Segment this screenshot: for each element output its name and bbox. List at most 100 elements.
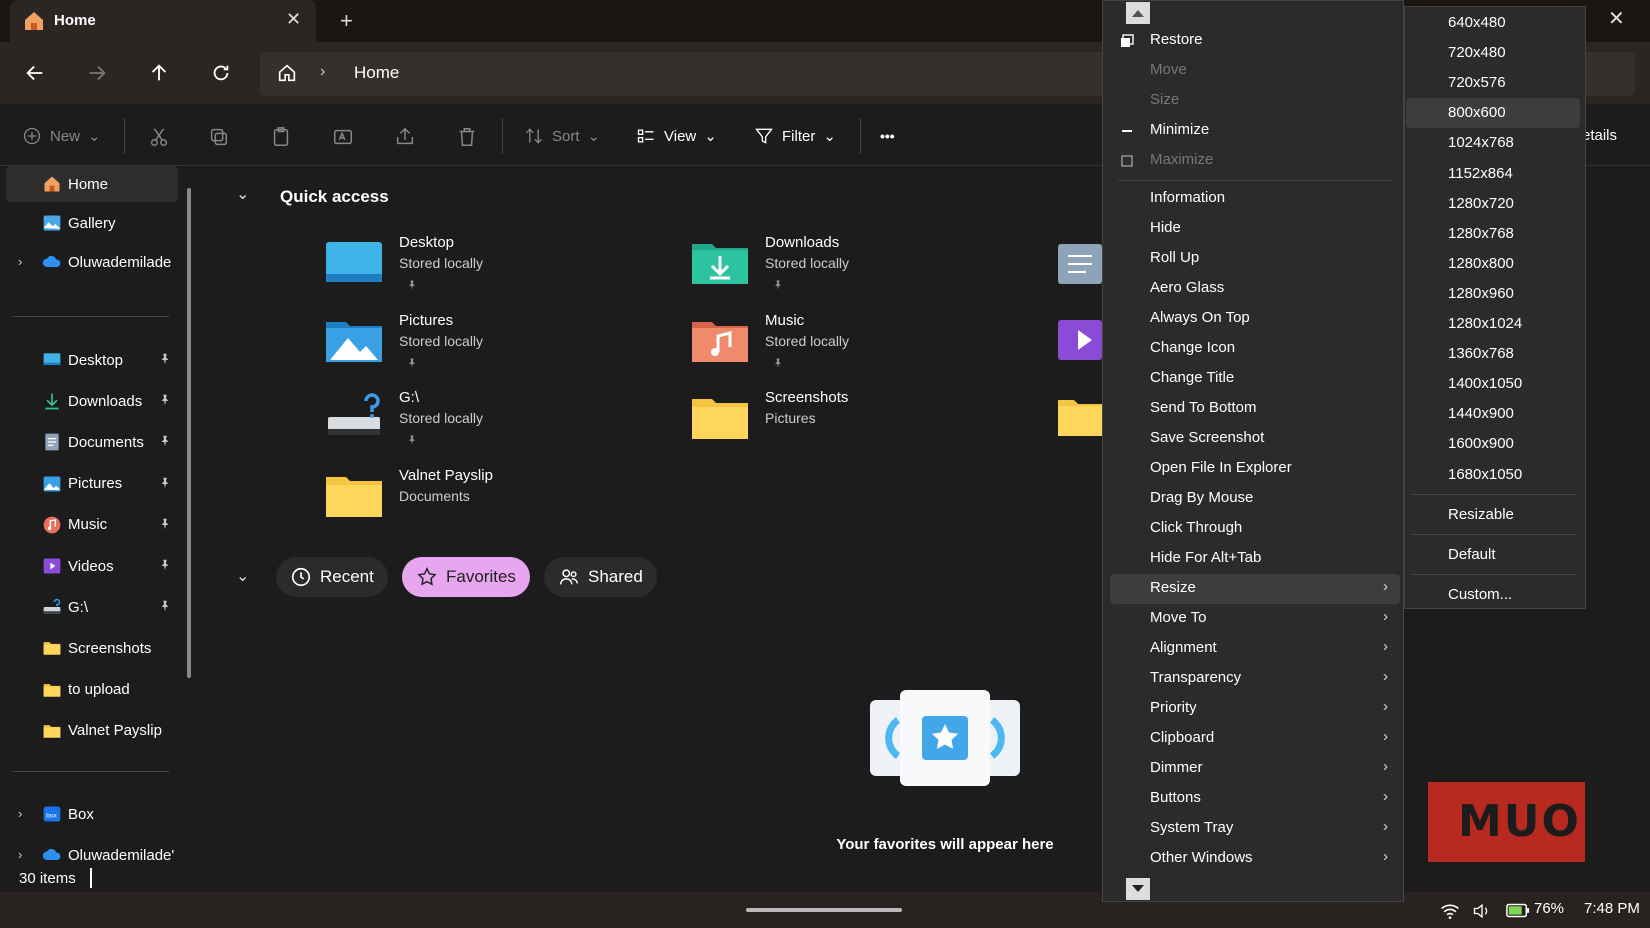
resize-option-1400x1050[interactable]: 1400x1050 — [1406, 369, 1580, 399]
refresh-button[interactable] — [206, 58, 236, 88]
menu-item-minimize[interactable]: Minimize — [1110, 116, 1400, 146]
quick-access-item[interactable]: Downloads Stored locally — [692, 230, 1032, 302]
menu-item-click-through[interactable]: Click Through — [1110, 514, 1400, 544]
quick-access-item[interactable]: Screenshots Pictures — [692, 385, 1032, 457]
sidebar-item-box[interactable]: › box Box — [6, 796, 178, 832]
sidebar-item-home[interactable]: Home — [6, 166, 178, 202]
menu-item-buttons[interactable]: Buttons › — [1110, 784, 1400, 814]
resize-option-1280x960[interactable]: 1280x960 — [1406, 279, 1580, 309]
resize-option-1600x900[interactable]: 1600x900 — [1406, 429, 1580, 459]
menu-item-transparency[interactable]: Transparency › — [1110, 664, 1400, 694]
sidebar-item-desktop[interactable]: Desktop — [6, 342, 178, 378]
more-options-button[interactable]: ••• — [880, 124, 895, 148]
sidebar-item-g-[interactable]: G:\ — [6, 589, 178, 625]
sidebar-item-pictures[interactable]: Pictures — [6, 466, 178, 502]
resize-option-1360x768[interactable]: 1360x768 — [1406, 339, 1580, 369]
menu-item-alignment[interactable]: Alignment › — [1110, 634, 1400, 664]
resize-option-default[interactable]: Default — [1406, 540, 1580, 570]
sidebar-scrollbar[interactable] — [187, 188, 191, 678]
menu-scroll-up-button[interactable] — [1126, 2, 1150, 24]
menu-item-change-icon[interactable]: Change Icon — [1110, 334, 1400, 364]
resize-option-800x600[interactable]: 800x600 — [1406, 98, 1580, 129]
copy-icon[interactable] — [208, 126, 230, 148]
forward-button[interactable] — [82, 58, 112, 88]
up-button[interactable] — [144, 58, 174, 88]
quick-access-item[interactable]: Valnet Payslip Documents — [326, 463, 666, 535]
filter-button[interactable]: Filter ⌄ — [754, 124, 836, 148]
menu-item-move-to[interactable]: Move To › — [1110, 604, 1400, 634]
resize-option-resizable[interactable]: Resizable — [1406, 500, 1580, 530]
resize-option-1280x800[interactable]: 1280x800 — [1406, 249, 1580, 279]
menu-item-hide[interactable]: Hide — [1110, 214, 1400, 244]
menu-item-aero-glass[interactable]: Aero Glass — [1110, 274, 1400, 304]
resize-option-640x480[interactable]: 640x480 — [1406, 8, 1580, 38]
resize-option-1152x864[interactable]: 1152x864 — [1406, 159, 1580, 189]
menu-item-restore[interactable]: Restore — [1110, 26, 1400, 56]
menu-item-information[interactable]: Information — [1110, 184, 1400, 214]
view-button[interactable]: View ⌄ — [636, 124, 717, 148]
delete-icon[interactable] — [456, 126, 478, 148]
sidebar-item-oluwademilade-[interactable]: › Oluwademilade' — [6, 837, 178, 873]
menu-item-priority[interactable]: Priority › — [1110, 694, 1400, 724]
back-button[interactable] — [20, 58, 50, 88]
rename-icon[interactable] — [332, 126, 354, 148]
menu-scroll-down-button[interactable] — [1126, 878, 1150, 900]
clock-time[interactable]: 7:48 PM — [1584, 900, 1640, 917]
volume-icon[interactable] — [1472, 902, 1492, 920]
quick-access-collapse-icon[interactable]: ⌄ — [236, 184, 249, 204]
collapse-tabs-icon[interactable]: ⌄ — [236, 566, 249, 586]
new-button[interactable]: New ⌄ — [22, 124, 101, 148]
resize-option-720x480[interactable]: 720x480 — [1406, 38, 1580, 68]
resize-option-custom[interactable]: Custom... — [1406, 580, 1580, 610]
menu-item-system-tray[interactable]: System Tray › — [1110, 814, 1400, 844]
expand-chevron-icon[interactable]: › — [18, 254, 22, 269]
menu-item-send-to-bottom[interactable]: Send To Bottom — [1110, 394, 1400, 424]
quick-access-item[interactable]: Desktop Stored locally — [326, 230, 666, 302]
paste-icon[interactable] — [270, 126, 292, 148]
window-close-button[interactable]: ✕ — [1608, 6, 1625, 31]
sidebar-item-videos[interactable]: Videos — [6, 548, 178, 584]
menu-item-change-title[interactable]: Change Title — [1110, 364, 1400, 394]
sidebar-item-oluwademilade[interactable]: › Oluwademilade — [6, 244, 178, 280]
menu-item-save-screenshot[interactable]: Save Screenshot — [1110, 424, 1400, 454]
resize-option-1680x1050[interactable]: 1680x1050 — [1406, 460, 1580, 490]
expand-chevron-icon[interactable]: › — [18, 806, 22, 821]
menu-item-other-windows[interactable]: Other Windows › — [1110, 844, 1400, 874]
cut-icon[interactable] — [148, 126, 170, 148]
sidebar-item-screenshots[interactable]: Screenshots — [6, 630, 178, 666]
menu-item-resize[interactable]: Resize › — [1110, 574, 1400, 604]
sidebar-item-music[interactable]: Music — [6, 507, 178, 543]
sidebar-item-downloads[interactable]: Downloads — [6, 383, 178, 419]
wifi-icon[interactable] — [1440, 902, 1460, 920]
resize-option-1024x768[interactable]: 1024x768 — [1406, 128, 1580, 158]
sidebar-item-documents[interactable]: Documents — [6, 424, 178, 460]
tab-shared[interactable]: Shared — [544, 557, 657, 597]
menu-item-always-on-top[interactable]: Always On Top — [1110, 304, 1400, 334]
resize-option-1440x900[interactable]: 1440x900 — [1406, 399, 1580, 429]
share-icon[interactable] — [394, 126, 416, 148]
menu-item-open-file-in-explorer[interactable]: Open File In Explorer — [1110, 454, 1400, 484]
details-button[interactable]: etails — [1582, 127, 1617, 144]
resize-option-1280x768[interactable]: 1280x768 — [1406, 219, 1580, 249]
sidebar-item-to-upload[interactable]: to upload — [6, 672, 178, 708]
quick-access-item[interactable]: G:\ Stored locally — [326, 385, 666, 457]
menu-item-dimmer[interactable]: Dimmer › — [1110, 754, 1400, 784]
battery-icon[interactable] — [1506, 901, 1530, 919]
menu-item-roll-up[interactable]: Roll Up — [1110, 244, 1400, 274]
new-tab-button[interactable]: + — [340, 8, 353, 34]
resize-option-720x576[interactable]: 720x576 — [1406, 68, 1580, 98]
tab-close-icon[interactable]: ✕ — [286, 9, 301, 30]
home-indicator[interactable] — [746, 908, 902, 912]
quick-access-item[interactable]: Pictures Stored locally — [326, 308, 666, 380]
menu-item-drag-by-mouse[interactable]: Drag By Mouse — [1110, 484, 1400, 514]
sort-button[interactable]: Sort ⌄ — [524, 124, 600, 148]
sidebar-item-gallery[interactable]: Gallery — [6, 205, 178, 241]
quick-access-item[interactable]: Music Stored locally — [692, 308, 1032, 380]
resize-option-1280x720[interactable]: 1280x720 — [1406, 189, 1580, 219]
resize-option-1280x1024[interactable]: 1280x1024 — [1406, 309, 1580, 339]
menu-item-hide-for-alt-tab[interactable]: Hide For Alt+Tab — [1110, 544, 1400, 574]
sidebar-item-valnet-payslip[interactable]: Valnet Payslip — [6, 713, 178, 749]
breadcrumb-home[interactable]: Home — [354, 63, 399, 83]
menu-item-clipboard[interactable]: Clipboard › — [1110, 724, 1400, 754]
tab-favorites[interactable]: Favorites — [402, 557, 530, 597]
